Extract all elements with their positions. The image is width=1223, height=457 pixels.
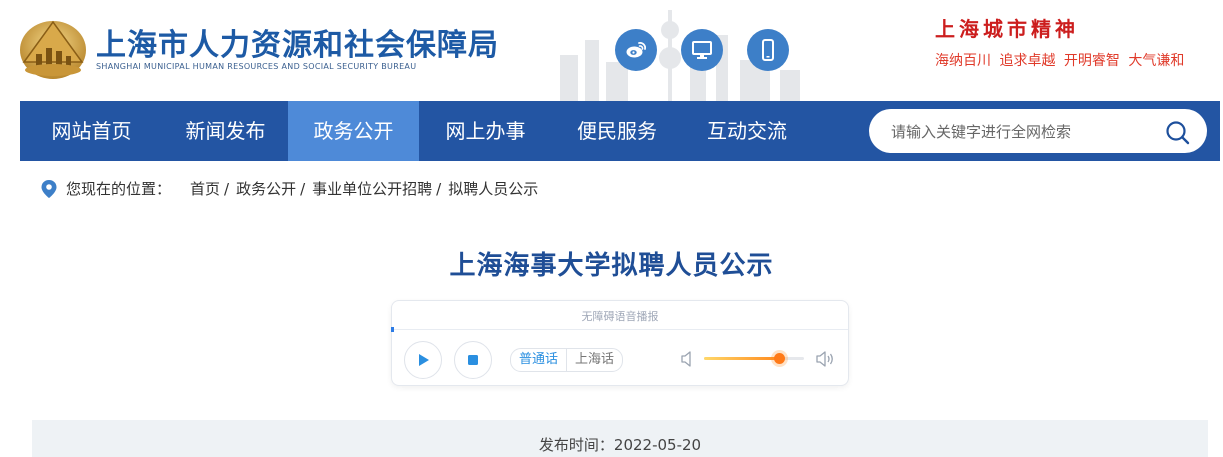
search-box	[869, 109, 1207, 153]
audio-player: 无障碍语音播报 普通话 上海话	[391, 300, 849, 386]
volume-high-icon[interactable]	[816, 350, 836, 368]
publish-label: 发布时间：	[538, 436, 614, 454]
stop-icon	[468, 355, 478, 365]
language-mandarin[interactable]: 普通话	[511, 349, 568, 371]
mobile-link[interactable]	[747, 29, 789, 71]
search-input[interactable]	[889, 119, 1153, 145]
org-name[interactable]: 上海市人力资源和社会保障局	[96, 20, 499, 64]
breadcrumb-separator: /	[436, 180, 442, 198]
nav-item-government-affairs[interactable]: 政务公开	[288, 101, 419, 161]
language-shanghainese[interactable]: 上海话	[567, 349, 622, 371]
mobile-icon	[762, 39, 774, 61]
bureau-logo[interactable]	[18, 16, 88, 80]
location-pin-icon	[41, 180, 57, 198]
site-header: 上海市人力资源和社会保障局 SHANGHAI MUNICIPAL HUMAN R…	[0, 0, 1223, 101]
desktop-icon	[692, 41, 712, 59]
volume-slider[interactable]	[704, 353, 804, 364]
volume-thumb[interactable]	[774, 353, 785, 364]
weibo-icon	[626, 42, 646, 58]
play-button[interactable]	[404, 341, 442, 379]
city-spirit-title: 上海城市精神	[935, 17, 1079, 41]
breadcrumb-government-affairs[interactable]: 政务公开	[236, 180, 296, 198]
article-title: 上海海事大学拟聘人员公示	[449, 251, 774, 281]
city-spirit-words: 海纳百川 追求卓越 开明睿智 大气谦和	[935, 53, 1185, 69]
breadcrumb-current[interactable]: 拟聘人员公示	[448, 180, 538, 198]
org-name-english: SHANGHAI MUNICIPAL HUMAN RESOURCES AND S…	[96, 62, 417, 71]
nav-item-public-services[interactable]: 便民服务	[552, 101, 682, 161]
breadcrumb-label: 您现在的位置：	[66, 180, 172, 198]
nav-item-news[interactable]: 新闻发布	[163, 101, 288, 161]
desktop-link[interactable]	[681, 29, 723, 71]
nav-item-online-services[interactable]: 网上办事	[419, 101, 552, 161]
nav-item-interaction[interactable]: 互动交流	[682, 101, 812, 161]
volume-fill	[704, 357, 779, 360]
breadcrumb-trail: 首页 / 政务公开 / 事业单位公开招聘 / 拟聘人员公示	[190, 178, 538, 199]
volume-low-icon[interactable]	[681, 350, 695, 368]
player-label: 无障碍语音播报	[581, 310, 659, 323]
breadcrumb-separator: /	[224, 180, 230, 198]
weibo-link[interactable]	[615, 29, 657, 71]
breadcrumb-separator: /	[300, 180, 306, 198]
search-icon[interactable]	[1165, 120, 1191, 146]
stop-button[interactable]	[454, 341, 492, 379]
breadcrumb-home[interactable]: 首页	[190, 180, 220, 198]
publish-date: 2022-05-20	[613, 436, 702, 454]
play-icon	[419, 354, 429, 366]
main-nav: 网站首页 新闻发布 政务公开 网上办事 便民服务 互动交流	[20, 101, 1220, 161]
language-switch: 普通话 上海话	[510, 348, 624, 372]
player-progress[interactable]	[391, 327, 848, 332]
publish-info: 发布时间：2022-05-20	[32, 434, 1208, 455]
breadcrumb-public-recruitment[interactable]: 事业单位公开招聘	[312, 180, 432, 198]
nav-item-home[interactable]: 网站首页	[20, 101, 163, 161]
article-meta-bar: 发布时间：2022-05-20	[32, 420, 1208, 457]
